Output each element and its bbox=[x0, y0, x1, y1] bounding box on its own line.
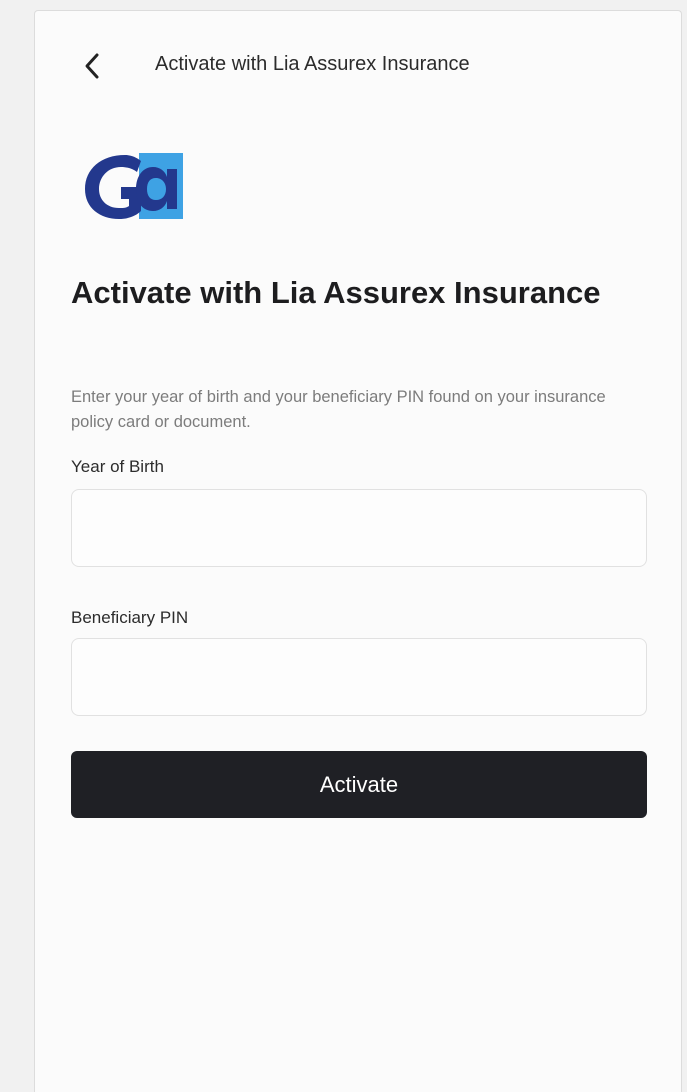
chevron-left-icon bbox=[85, 53, 99, 79]
beneficiary-pin-input[interactable] bbox=[71, 638, 647, 716]
year-of-birth-input[interactable] bbox=[71, 489, 647, 567]
activate-button[interactable]: Activate bbox=[71, 751, 647, 818]
back-button[interactable] bbox=[75, 49, 109, 83]
ga-logo-icon bbox=[85, 153, 183, 219]
beneficiary-pin-label: Beneficiary PIN bbox=[71, 608, 189, 627]
navigation-bar: Activate with Lia Assurex Insurance bbox=[35, 11, 681, 121]
instructions-text: Enter your year of birth and your benefi… bbox=[71, 388, 606, 431]
nav-title: Activate with Lia Assurex Insurance bbox=[155, 53, 470, 75]
year-of-birth-label: Year of Birth bbox=[71, 457, 164, 476]
page-title: Activate with Lia Assurex Insurance bbox=[71, 275, 601, 310]
app-screen: Activate with Lia Assurex Insurance Acti… bbox=[34, 10, 682, 1092]
